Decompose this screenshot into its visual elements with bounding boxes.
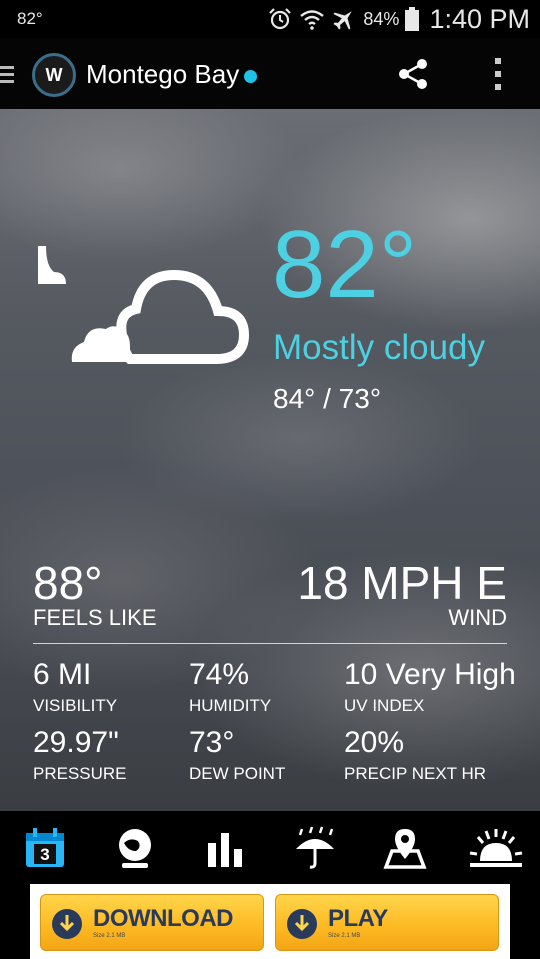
feels-like-value: 88° <box>33 557 103 609</box>
location-selector[interactable]: Montego Bay <box>86 59 258 90</box>
current-temperature: 82° <box>272 211 418 318</box>
city-name: Montego Bay <box>86 59 240 89</box>
stat-label: HUMIDITY <box>189 696 272 715</box>
ad-download-size: Size 2.1 MB <box>93 933 126 939</box>
current-conditions-panel: 82° Mostly cloudy 84° / 73° 88° FEELS LI… <box>0 109 540 811</box>
share-icon[interactable] <box>396 57 430 91</box>
high-low-temperature: 84° / 73° <box>273 383 382 414</box>
more-options-icon[interactable] <box>488 56 508 92</box>
ad-play-size: Size 2.1 MB <box>328 933 361 939</box>
umbrella-rain-icon[interactable] <box>292 825 338 871</box>
stat-value: 74% <box>189 658 250 691</box>
status-bar: 82° 84% 1:40 PM <box>0 0 540 38</box>
globe-icon[interactable] <box>112 825 158 871</box>
status-icons: 84% 1:40 PM <box>267 3 530 35</box>
stat-value: 6 MI <box>33 658 92 691</box>
logo-text: W <box>45 64 63 85</box>
visibility-stat: 6 MI VISIBILITY <box>33 660 117 716</box>
ad-play-label: PLAY <box>328 905 388 932</box>
battery-percent: 84% <box>363 8 400 29</box>
uv-index-stat: 10 Very High UV INDEX <box>344 660 516 716</box>
location-status-dot <box>244 69 258 83</box>
pressure-stat: 29.97" PRESSURE <box>33 728 127 784</box>
humidity-stat: 74% HUMIDITY <box>189 660 271 716</box>
ad-container: DOWNLOAD Size 2.1 MB PLAY Size 2.1 MB <box>30 884 510 959</box>
calendar-day: 3 <box>40 845 49 864</box>
stat-label: DEW POINT <box>189 764 286 783</box>
airplane-icon <box>333 11 353 30</box>
app-logo[interactable]: W <box>32 53 76 97</box>
moon-icon <box>38 246 66 284</box>
divider <box>33 643 507 644</box>
wind-label: WIND <box>448 605 507 630</box>
app-bar: W Montego Bay <box>0 38 540 109</box>
ad-banner: DOWNLOAD Size 2.1 MB PLAY Size 2.1 MB <box>0 884 540 959</box>
stat-label: VISIBILITY <box>33 696 118 715</box>
battery-icon <box>405 7 420 31</box>
ad-download-label: DOWNLOAD <box>93 905 233 932</box>
stat-value: 29.97" <box>33 726 119 759</box>
alarm-icon <box>269 8 292 30</box>
stat-value: 10 Very High <box>344 658 516 691</box>
stat-label: PRESSURE <box>33 764 127 783</box>
menu-icon[interactable] <box>0 64 14 84</box>
sunrise-icon[interactable] <box>468 825 524 871</box>
precip-stat: 20% PRECIP NEXT HR <box>344 728 486 784</box>
wifi-icon <box>300 10 325 30</box>
map-pin-icon[interactable] <box>382 825 428 871</box>
bottom-navigation: 3 <box>0 811 540 884</box>
ad-play-button[interactable]: PLAY Size 2.1 MB <box>275 894 499 951</box>
stat-value: 20% <box>344 726 405 759</box>
cloud-icon <box>71 269 250 364</box>
weather-condition: Mostly cloudy <box>273 328 486 367</box>
status-time: 1:40 PM <box>429 3 530 34</box>
wind-value: 18 MPH E <box>297 557 507 609</box>
stat-label: PRECIP NEXT HR <box>344 764 487 783</box>
download-icon <box>287 909 317 939</box>
bar-chart-icon[interactable] <box>202 825 248 871</box>
stat-label: UV INDEX <box>344 696 425 715</box>
status-temperature: 82° <box>17 9 43 28</box>
calendar-icon[interactable]: 3 <box>22 825 68 871</box>
stat-value: 73° <box>189 726 235 759</box>
dew-point-stat: 73° DEW POINT <box>189 728 285 784</box>
ad-download-button[interactable]: DOWNLOAD Size 2.1 MB <box>40 894 264 951</box>
download-icon <box>52 909 82 939</box>
feels-like-label: FEELS LIKE <box>33 605 157 630</box>
